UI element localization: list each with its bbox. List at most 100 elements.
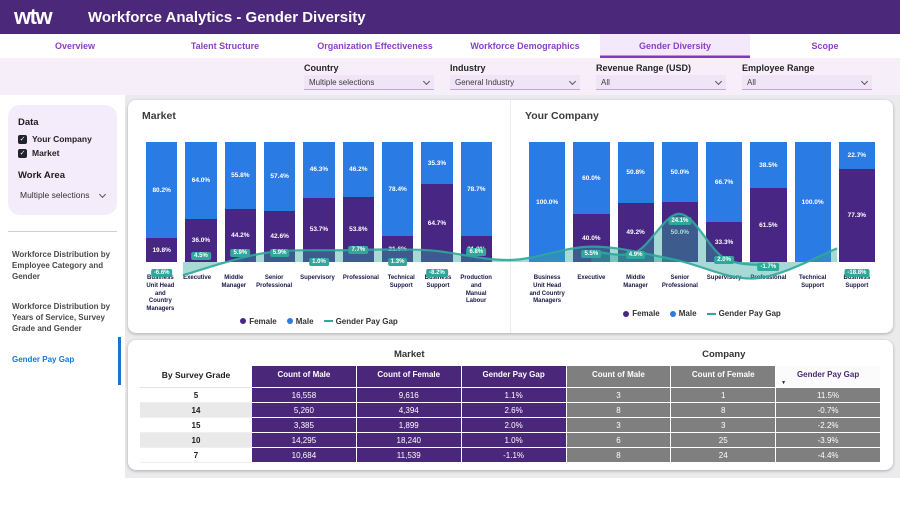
checkbox-option-your-company[interactable]: ✓Your Company — [18, 134, 107, 144]
checkbox-option-market[interactable]: ✓Market — [18, 148, 107, 158]
bar-segment-male[interactable]: 35.3% — [421, 142, 452, 184]
x-axis-label: Technical Support — [387, 275, 416, 314]
column-header-market-count-of-female[interactable]: Count of Female — [357, 366, 462, 388]
work-area-title: Work Area — [18, 170, 107, 181]
bar-segment-male[interactable]: 78.7% — [461, 142, 492, 236]
legend-item-female: Female — [240, 317, 277, 326]
bar-segment-female[interactable]: 77.3% — [839, 169, 875, 262]
bar-segment-male[interactable]: 64.0% — [185, 142, 216, 219]
filter-label: Country — [304, 63, 434, 73]
pay-gap-label: 7.7% — [348, 246, 368, 254]
bar-column: 46.2%53.8%7.7% — [343, 142, 374, 262]
bar-segment-male[interactable]: 60.0% — [573, 142, 609, 214]
bar-column: 100.0% — [529, 142, 565, 262]
bar-segment-female[interactable]: 64.7% — [421, 184, 452, 262]
bar-segment-male[interactable]: 22.7% — [839, 142, 875, 169]
work-area-select[interactable]: Multiple selections — [18, 187, 107, 203]
bar-value-label: 80.2% — [152, 187, 170, 194]
bar-value-label: 57.4% — [270, 173, 288, 180]
table-cell-c-gap: 11.5% — [776, 388, 881, 403]
tab-organization-effectiveness[interactable]: Organization Effectiveness — [300, 34, 450, 58]
sidebar-item-gender-pay-gap[interactable]: Gender Pay Gap — [0, 345, 125, 376]
table-cell-m-male: 16,558 — [252, 388, 357, 403]
filter-label: Industry — [450, 63, 580, 73]
bar-column: 35.3%64.7%-8.2% — [421, 142, 452, 262]
chevron-down-icon — [715, 77, 722, 84]
app-header: wtw Workforce Analytics - Gender Diversi… — [0, 0, 900, 34]
filter-industry: Industry General Industry — [450, 63, 580, 90]
tab-workforce-demographics[interactable]: Workforce Demographics — [450, 34, 600, 58]
checkbox-checked-icon[interactable]: ✓ — [18, 149, 27, 158]
bar-value-label: 21.6% — [388, 246, 406, 253]
bar-stack: 35.3%64.7%-8.2% — [421, 142, 452, 262]
work-area-value: Multiple selections — [20, 190, 89, 200]
chart-legend: FemaleMaleGender Pay Gap — [525, 309, 879, 318]
bar-value-label: 46.3% — [310, 166, 328, 173]
table-cell-m-female: 11,539 — [357, 448, 462, 463]
bar-segment-female[interactable]: 61.5% — [750, 188, 786, 262]
x-axis-label: Executive — [183, 275, 212, 314]
legend-label: Gender Pay Gap — [719, 309, 781, 318]
checkbox-checked-icon[interactable]: ✓ — [18, 135, 27, 144]
chart-legend: FemaleMaleGender Pay Gap — [142, 317, 496, 326]
legend-line-icon — [707, 313, 716, 315]
bar-segment-male[interactable]: 78.4% — [382, 142, 413, 236]
column-header-company-gender-pay-gap[interactable]: Gender Pay Gap▼ — [776, 366, 881, 388]
bar-segment-female[interactable]: 50.0% — [662, 202, 698, 262]
chevron-down-icon — [861, 77, 868, 84]
sidebar-item-workforce-distribution-by-employee-category-and-gender[interactable]: Workforce Distribution by Employee Categ… — [0, 240, 125, 292]
column-header-market-count-of-male[interactable]: Count of Male — [252, 366, 357, 388]
bar-segment-male[interactable]: 57.4% — [264, 142, 295, 211]
bar-segment-male[interactable]: 100.0% — [529, 142, 565, 262]
tab-scope[interactable]: Scope — [750, 34, 900, 58]
table-cell-c-gap: -0.7% — [776, 403, 881, 418]
x-axis-label: Business Support — [839, 275, 875, 306]
bar-segment-male[interactable]: 50.8% — [618, 142, 654, 203]
legend-label: Gender Pay Gap — [336, 317, 398, 326]
filter-select-country[interactable]: Multiple selections — [304, 75, 434, 90]
table-cell-m-male: 3,385 — [252, 418, 357, 433]
bar-stack: 64.0%36.0%4.5% — [185, 142, 216, 262]
chevron-down-icon — [423, 77, 430, 84]
filter-select-industry[interactable]: General Industry — [450, 75, 580, 90]
tab-overview[interactable]: Overview — [0, 34, 150, 58]
bar-stack: 38.5%61.5%-1.7% — [750, 142, 786, 262]
column-header-company-count-of-female[interactable]: Count of Female — [671, 366, 776, 388]
bar-column: 50.0%50.0%24.1% — [662, 142, 698, 262]
wtw-logo: wtw — [14, 4, 70, 30]
x-axis-label: Business Unit Head and Country Managers — [529, 275, 565, 306]
legend-dot-icon — [623, 311, 629, 317]
filter-country: Country Multiple selections — [304, 63, 434, 90]
sidebar-item-workforce-distribution-by-years-of-service-survey-grade-and-gender[interactable]: Workforce Distribution by Years of Servi… — [0, 292, 125, 344]
bar-segment-male[interactable]: 66.7% — [706, 142, 742, 222]
bar-value-label: 38.5% — [759, 162, 777, 169]
bar-segment-female[interactable]: 53.7% — [303, 198, 334, 262]
chart-title: Your Company — [525, 110, 879, 122]
legend-dot-icon — [240, 318, 246, 324]
bar-segment-male[interactable]: 38.5% — [750, 142, 786, 188]
filter-select-employee-range[interactable]: All — [742, 75, 872, 90]
bar-segment-female[interactable]: 19.8% — [146, 238, 177, 262]
bar-column: 38.5%61.5%-1.7% — [750, 142, 786, 262]
bar-value-label: 77.3% — [848, 212, 866, 219]
table-cell-c-male: 8 — [567, 448, 672, 463]
column-header-market-gender-pay-gap[interactable]: Gender Pay Gap — [462, 366, 567, 388]
bar-segment-male[interactable]: 46.3% — [303, 142, 334, 198]
table-group-header-market: Market — [252, 347, 567, 366]
x-axis-label: Senior Professional — [662, 275, 698, 306]
x-axis-label: Senior Professional — [256, 275, 292, 314]
legend-label: Male — [679, 309, 697, 318]
filter-select-revenue-range-usd[interactable]: All — [596, 75, 726, 90]
pay-gap-label: -18.8% — [844, 269, 869, 277]
bar-segment-male[interactable]: 100.0% — [795, 142, 831, 262]
bar-segment-male[interactable]: 46.2% — [343, 142, 374, 197]
column-header-company-count-of-male[interactable]: Count of Male — [567, 366, 672, 388]
pay-gap-label: 1.0% — [309, 258, 329, 266]
tab-talent-structure[interactable]: Talent Structure — [150, 34, 300, 58]
bar-value-label: 22.7% — [848, 152, 866, 159]
tab-gender-diversity[interactable]: Gender Diversity — [600, 34, 750, 58]
bar-segment-male[interactable]: 50.0% — [662, 142, 698, 202]
bar-segment-male[interactable]: 55.8% — [225, 142, 256, 209]
tab-label: Overview — [55, 41, 95, 51]
bar-segment-male[interactable]: 80.2% — [146, 142, 177, 238]
